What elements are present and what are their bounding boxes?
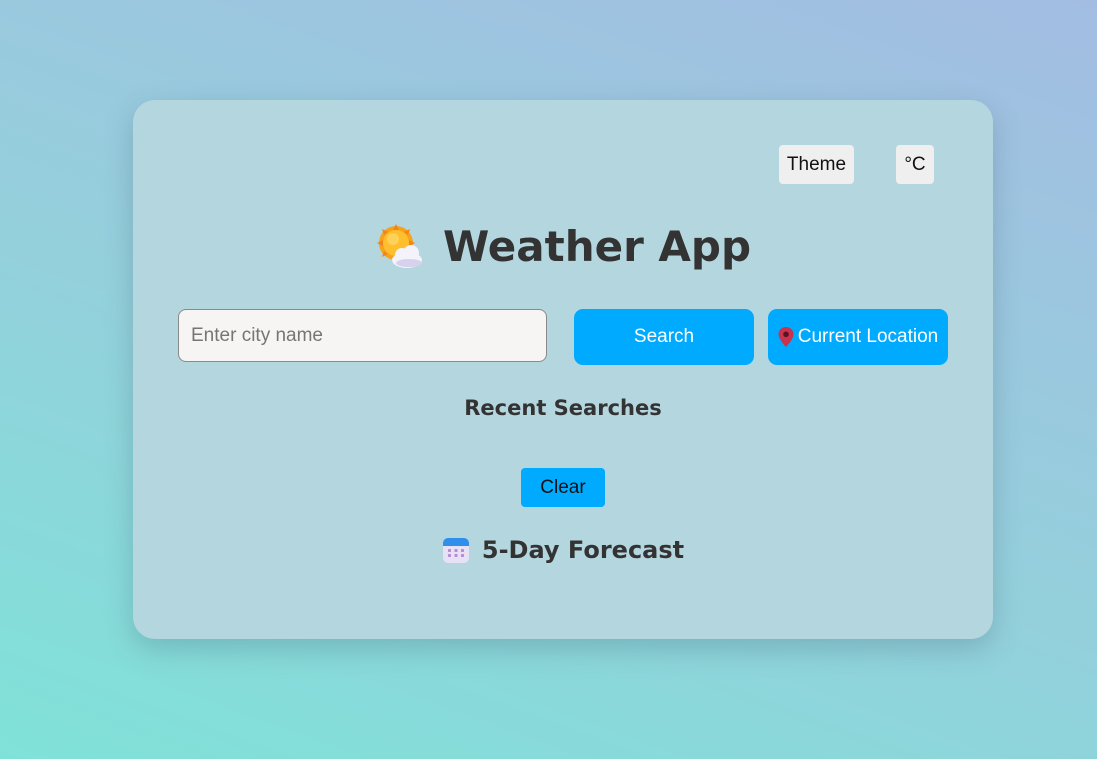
map-pin-icon	[778, 327, 794, 347]
app-header: Weather App	[133, 222, 993, 271]
weather-card: Theme °C Weather App Enter city name Sea…	[133, 100, 993, 639]
current-location-label: Current Location	[797, 326, 939, 347]
forecast-header: 5-Day Forecast	[133, 536, 993, 564]
current-location-button[interactable]: Current Location	[768, 309, 948, 365]
clear-recent-button[interactable]: Clear	[521, 468, 605, 507]
theme-toggle-button[interactable]: Theme	[779, 145, 854, 184]
forecast-title: 5-Day Forecast	[481, 536, 685, 564]
city-search-input[interactable]	[178, 309, 547, 362]
search-button[interactable]: Search	[574, 309, 754, 365]
unit-toggle-button[interactable]: °C	[896, 145, 934, 184]
sun-behind-cloud-icon	[376, 223, 422, 268]
app-title: Weather App	[442, 222, 752, 271]
calendar-icon	[442, 538, 469, 563]
recent-searches-title: Recent Searches	[464, 396, 662, 420]
